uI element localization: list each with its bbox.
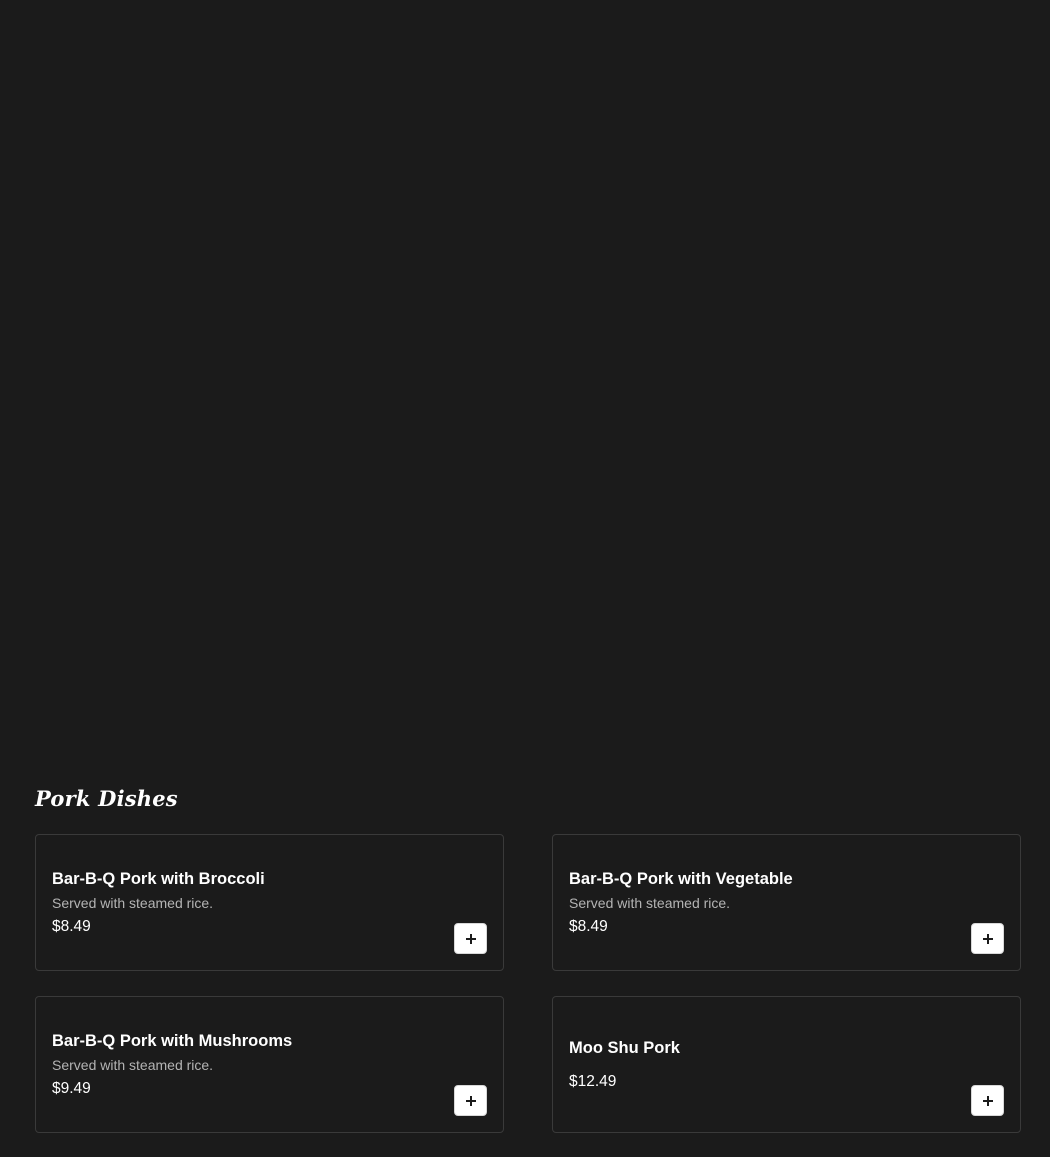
menu-item-card[interactable]: Bar-B-Q Pork with Mushrooms Served with … xyxy=(35,996,504,1133)
menu-item-description: Served with steamed rice. xyxy=(52,894,214,911)
menu-item-price: $8.49 xyxy=(569,917,608,935)
plus-icon xyxy=(982,933,993,944)
menu-item-info: Moo Shu Pork $12.49 xyxy=(569,997,950,1132)
add-item-button[interactable] xyxy=(971,923,1004,954)
pork-dishes-section: Pork Dishes Bar-B-Q Pork with Broccoli S… xyxy=(35,784,1021,1133)
menu-item-name: Bar-B-Q Pork with Vegetable xyxy=(569,869,793,888)
menu-item-price: $9.49 xyxy=(52,1079,91,1097)
menu-item-card[interactable]: Bar-B-Q Pork with Broccoli Served with s… xyxy=(35,834,504,971)
plus-icon xyxy=(465,1095,476,1106)
menu-item-price: $12.49 xyxy=(569,1072,617,1090)
plus-icon xyxy=(982,1095,993,1106)
add-item-button[interactable] xyxy=(454,923,487,954)
add-item-button[interactable] xyxy=(971,1085,1004,1116)
menu-page: Pork Dishes Bar-B-Q Pork with Broccoli S… xyxy=(0,0,1050,1157)
menu-item-description: Served with steamed rice. xyxy=(52,1056,214,1073)
menu-item-info: Bar-B-Q Pork with Mushrooms Served with … xyxy=(52,997,433,1132)
menu-item-name: Bar-B-Q Pork with Broccoli xyxy=(52,869,265,888)
menu-item-name: Moo Shu Pork xyxy=(569,1038,680,1057)
section-title: Pork Dishes xyxy=(35,786,178,811)
menu-item-card[interactable]: Moo Shu Pork $12.49 xyxy=(552,996,1021,1133)
menu-item-info: Bar-B-Q Pork with Broccoli Served with s… xyxy=(52,835,433,970)
menu-item-grid: Bar-B-Q Pork with Broccoli Served with s… xyxy=(35,834,1021,1133)
add-item-button[interactable] xyxy=(454,1085,487,1116)
menu-item-card[interactable]: Bar-B-Q Pork with Vegetable Served with … xyxy=(552,834,1021,971)
menu-item-description: Served with steamed rice. xyxy=(569,894,731,911)
menu-item-info: Bar-B-Q Pork with Vegetable Served with … xyxy=(569,835,950,970)
plus-icon xyxy=(465,933,476,944)
menu-item-price: $8.49 xyxy=(52,917,91,935)
menu-item-name: Bar-B-Q Pork with Mushrooms xyxy=(52,1031,293,1050)
